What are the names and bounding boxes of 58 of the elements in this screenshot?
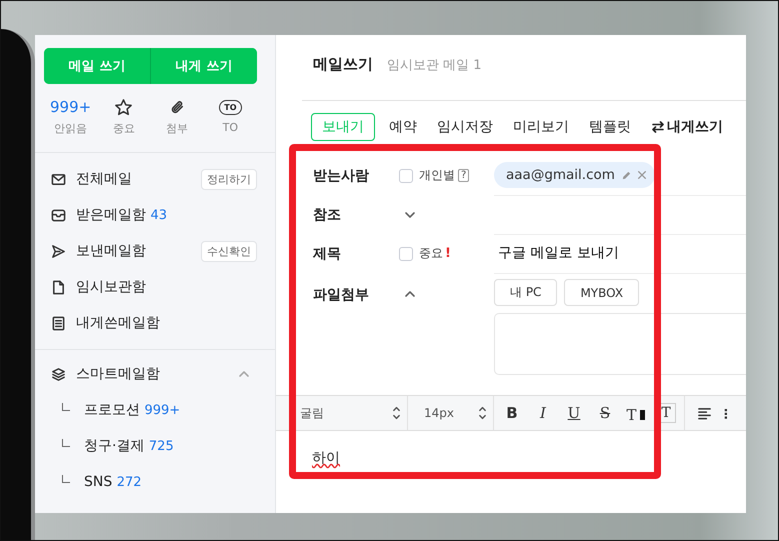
stepper-icon [478,405,487,421]
folder-item[interactable]: 받은메일함 43 [76,206,257,224]
stepper-icon [392,405,401,421]
envelope-icon [51,172,66,186]
exclamation-mark: ! [445,246,451,261]
option-label: 개인별 [419,167,455,184]
recipient-chip[interactable]: aaa@gmail.com [494,162,655,188]
list-document-icon [51,316,66,330]
toolbar-button[interactable]: 임시저장 [429,114,501,140]
folder-item[interactable]: SNS 272 [84,474,257,490]
underline-button[interactable]: U [561,402,587,424]
field-label: 제목 [312,244,342,262]
bold-button[interactable]: B [499,402,525,424]
dropdown[interactable]: 굴림 [276,396,408,430]
attach-source-button[interactable]: MYBOX [564,279,640,306]
italic-button[interactable]: I [530,402,556,424]
folder-item[interactable]: 프로모션 999+ [84,401,257,419]
folder-item[interactable]: 보낸메일함 [76,242,201,260]
checkbox[interactable] [399,246,413,260]
tree-branch-line [62,403,70,411]
help-icon[interactable]: ? [458,169,470,182]
swap-arrows-icon [651,120,665,134]
paper-plane-icon [51,244,66,258]
write-to-self-button[interactable]: 내게쓰기 [643,114,731,140]
field-label: 받는사람 [312,166,370,184]
tree-branch-line [62,475,70,483]
folder-action-button[interactable]: 정리하기 [201,168,257,190]
unread-count[interactable]: 999+ [50,97,92,117]
layers-icon [51,366,66,382]
field-label: 파일첨부 [312,286,370,304]
compose-title: 메일쓰기 [313,55,373,74]
folder-item[interactable]: 스마트메일함 [76,365,237,383]
align-left-icon[interactable] [697,406,712,420]
tray-icon [51,208,66,222]
folder-item[interactable]: 청구·결제 725 [84,437,257,455]
pencil-icon [620,170,632,180]
toolbar-button[interactable]: 예약 [381,114,425,140]
color-button[interactable]: T [623,410,645,420]
draft-count-text: 임시보관 메일 1 [387,57,482,74]
strike-button[interactable]: S [592,402,618,424]
folder-item[interactable]: 임시보관함 [76,278,257,296]
attach-source-button[interactable]: 내 PC [494,279,558,306]
folder-item[interactable]: 전체메일 [76,170,201,188]
checkbox[interactable] [399,168,413,182]
option-label: 중요 [419,245,443,262]
folder-item[interactable]: 내게쓴메일함 [76,314,257,332]
toolbar-button[interactable]: 템플릿 [581,114,639,140]
folder-action-button[interactable]: 수신확인 [201,240,257,262]
file-drop-area[interactable] [494,313,746,375]
dropdown[interactable]: 14px [408,396,494,430]
document-icon [51,280,66,294]
toolbar-button[interactable]: 미리보기 [505,114,577,140]
field-label: 참조 [312,206,342,224]
body-text: 하이 [312,450,340,466]
star-icon [114,97,134,117]
tree-branch-line [62,439,70,447]
to-badge[interactable]: TO [219,100,242,115]
close-icon [636,170,647,180]
